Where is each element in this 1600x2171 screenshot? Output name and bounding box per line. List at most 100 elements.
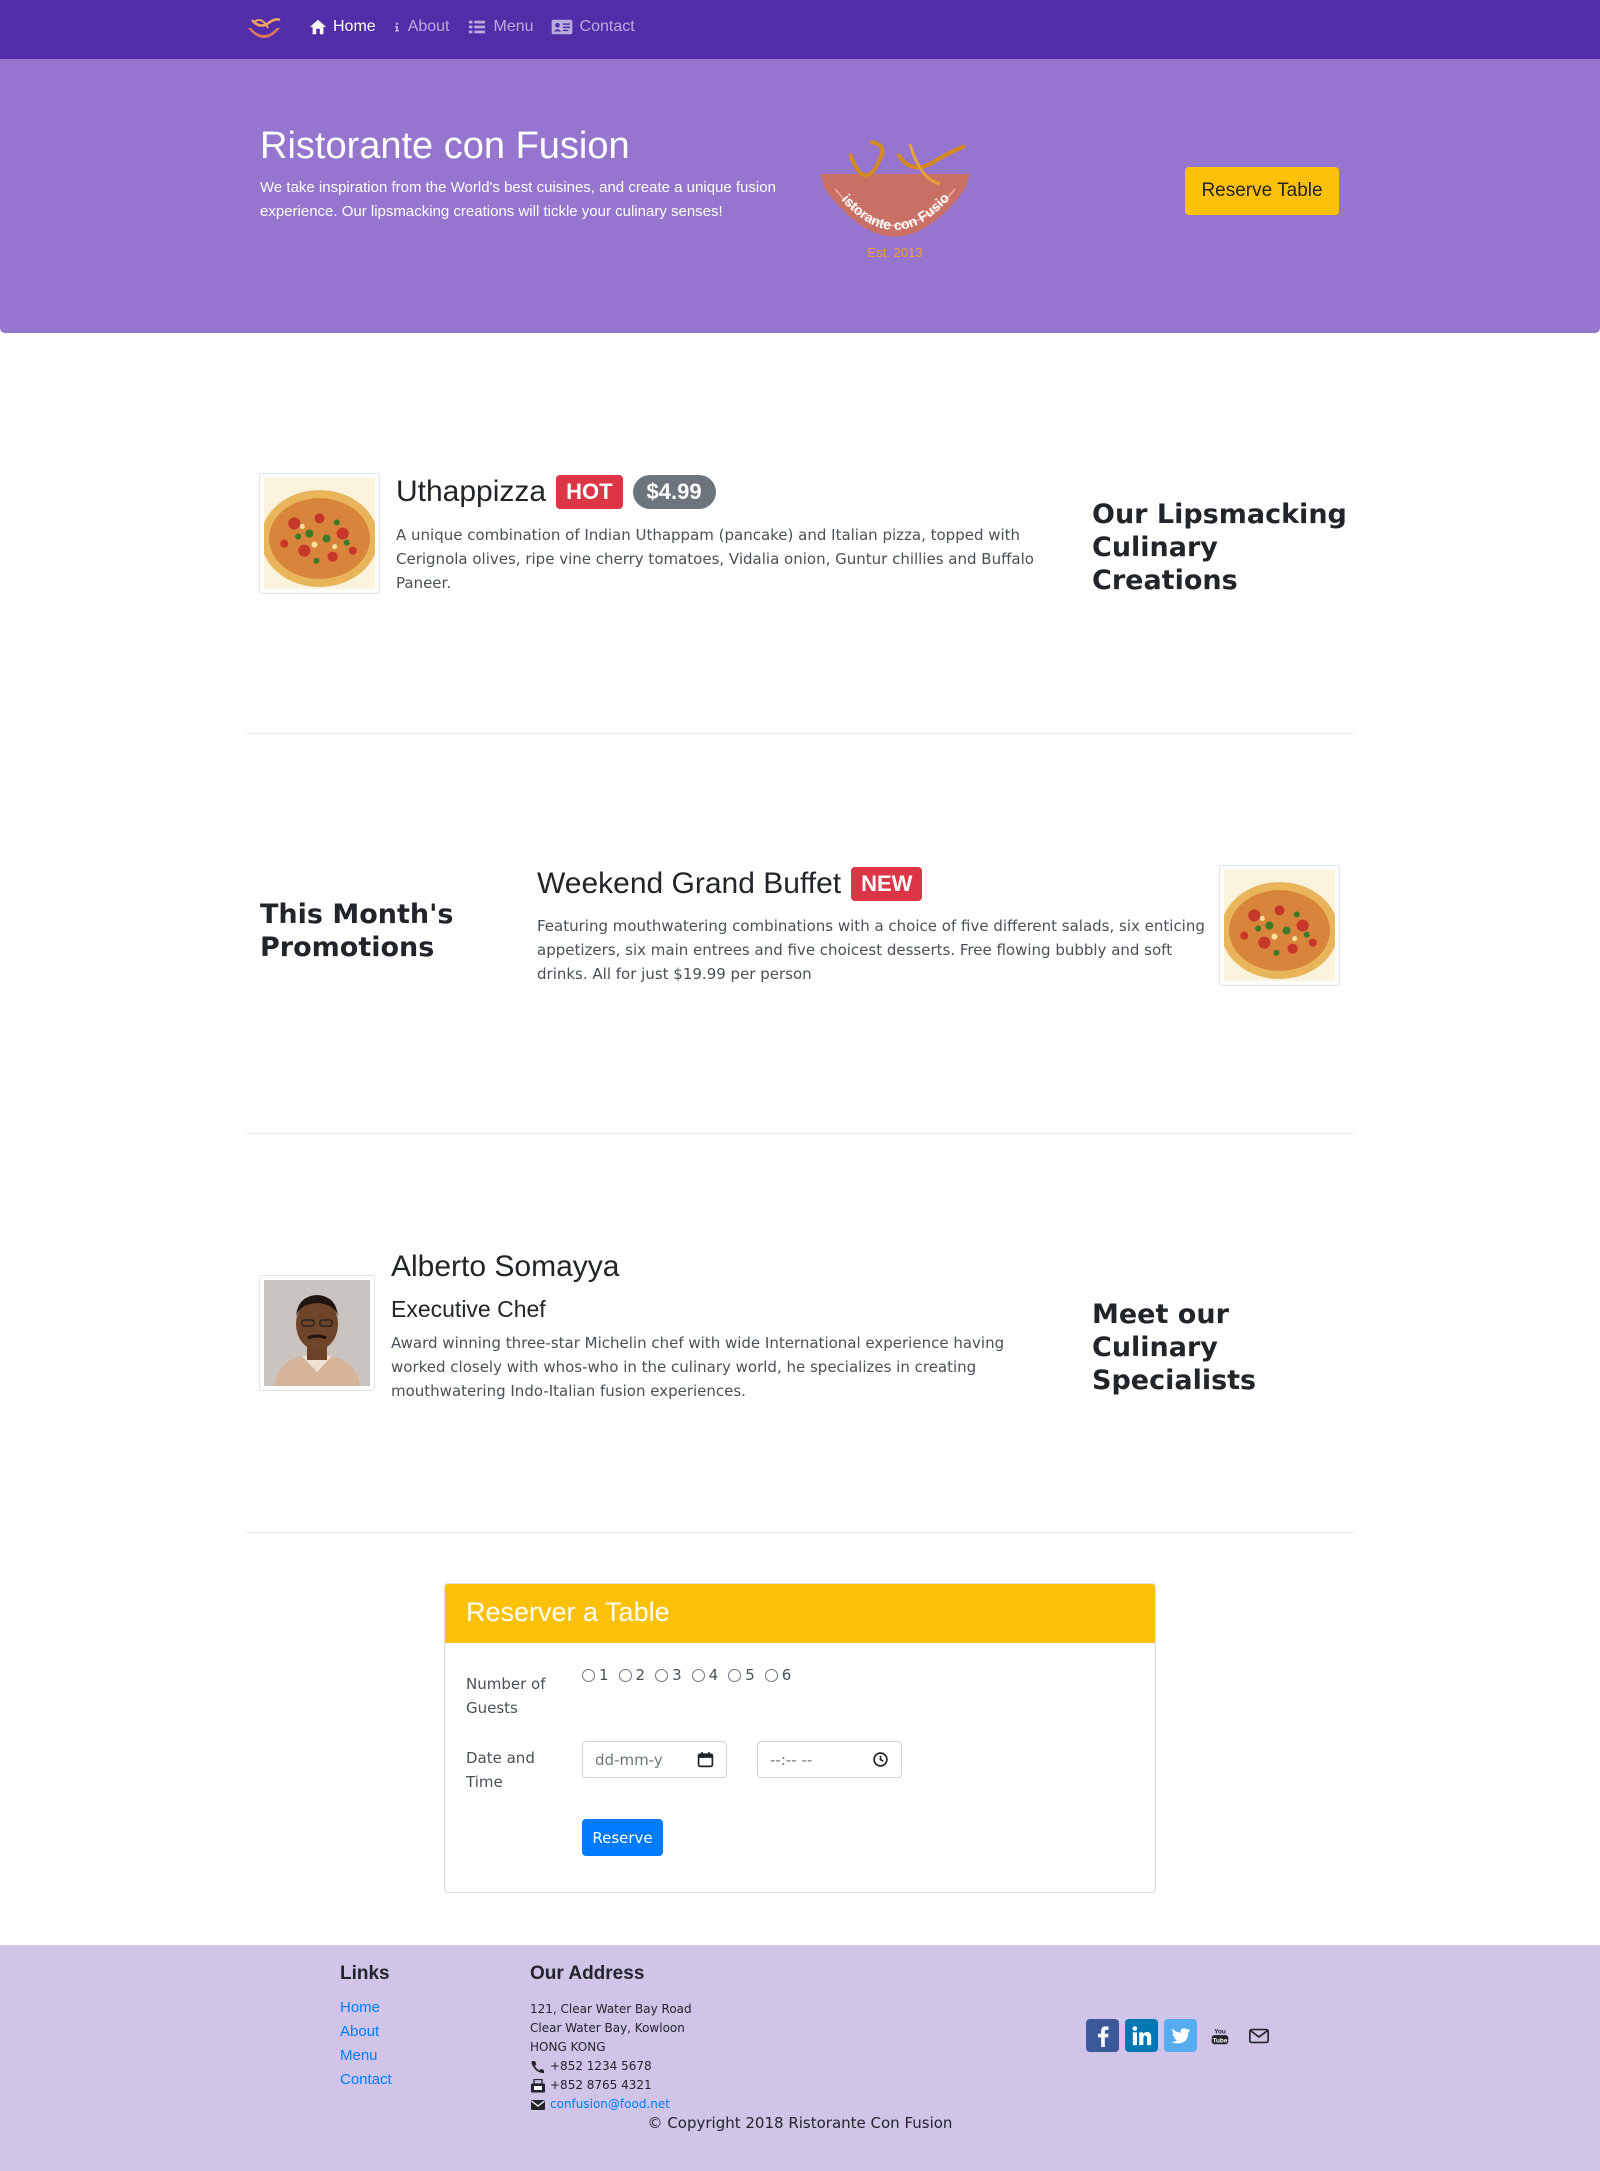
price-badge: $4.99 bbox=[632, 475, 716, 509]
address-card-icon bbox=[551, 19, 572, 35]
guest-option-label: 3 bbox=[672, 1666, 682, 1684]
leader-designation: Executive Chef bbox=[391, 1296, 546, 1322]
dish-title: Uthappizza bbox=[396, 475, 547, 508]
guest-option-5[interactable]: 5 bbox=[728, 1666, 755, 1684]
divider bbox=[245, 733, 1355, 734]
guest-option-label: 4 bbox=[708, 1666, 719, 1684]
guest-option-4[interactable]: 4 bbox=[691, 1666, 719, 1684]
time-input[interactable]: --:-- -- bbox=[757, 1741, 902, 1778]
radio-circle[interactable] bbox=[691, 1668, 705, 1682]
guests-radio-group: 1 2 3 4 5 6 bbox=[582, 1666, 791, 1684]
fax-row: +852 8765 4321 bbox=[530, 2076, 692, 2095]
brand-logo[interactable] bbox=[244, 14, 284, 46]
footer-link-menu[interactable]: Menu bbox=[340, 2047, 378, 2064]
reserve-table-button[interactable]: Reserve Table bbox=[1185, 167, 1339, 215]
datetime-label: Date and Time bbox=[466, 1749, 535, 1791]
linkedin-icon bbox=[1132, 2025, 1151, 2045]
copyright: © Copyright 2018 Ristorante Con Fusion bbox=[647, 2114, 953, 2132]
logo-est: Est. 2013 bbox=[868, 245, 923, 260]
new-badge: NEW bbox=[851, 867, 923, 901]
email-button[interactable] bbox=[1242, 2019, 1275, 2052]
phone-icon bbox=[531, 2060, 544, 2073]
navbar: Home About Menu Contact bbox=[0, 0, 1600, 59]
info-icon bbox=[394, 22, 399, 32]
nav-home[interactable]: Home bbox=[309, 18, 376, 36]
twitter-button[interactable] bbox=[1164, 2019, 1197, 2052]
radio-circle[interactable] bbox=[728, 1668, 742, 1682]
promotion-title: Weekend Grand Buffet bbox=[537, 867, 842, 900]
guest-option-label: 2 bbox=[635, 1666, 646, 1684]
email-link[interactable]: confusion@food.net bbox=[550, 2095, 670, 2114]
facebook-icon bbox=[1097, 2025, 1108, 2047]
guest-option-2[interactable]: 2 bbox=[618, 1666, 646, 1684]
chef-portrait bbox=[264, 1280, 370, 1386]
nav-contact-label: Contact bbox=[579, 18, 635, 35]
footer-link-contact[interactable]: Contact bbox=[340, 2071, 392, 2088]
footer-link-home[interactable]: Home bbox=[340, 1999, 380, 2016]
home-icon bbox=[309, 19, 327, 35]
pizza-image bbox=[264, 478, 375, 589]
hot-badge: HOT bbox=[556, 475, 623, 509]
fax-number: +852 8765 4321 bbox=[550, 2078, 652, 2092]
reservation-card: Reserver a Table Number of Guests 1 2 3 … bbox=[444, 1583, 1156, 1893]
twitter-icon bbox=[1170, 2027, 1190, 2044]
guest-option-6[interactable]: 6 bbox=[764, 1666, 792, 1684]
leader-side-heading: Meet our Culinary Specialists bbox=[1092, 1299, 1257, 1396]
envelope-icon bbox=[1248, 2028, 1269, 2043]
promotion-title-row: Weekend Grand Buffet NEW bbox=[537, 867, 923, 901]
nav-menu[interactable]: Menu bbox=[466, 18, 534, 36]
nav-about[interactable]: About bbox=[392, 18, 450, 36]
social-buttons: You Tube bbox=[1086, 2019, 1275, 2052]
radio-circle[interactable] bbox=[582, 1668, 595, 1682]
reserve-submit-button[interactable]: Reserve bbox=[582, 1819, 663, 1856]
restaurant-tagline: We take inspiration from the World's bes… bbox=[260, 179, 776, 220]
guest-option-label: 5 bbox=[745, 1666, 755, 1684]
jumbotron: Ristorante con Fusion We take inspiratio… bbox=[0, 59, 1600, 333]
phone-number: +852 1234 5678 bbox=[550, 2059, 652, 2073]
leader-description: Award winning three-star Michelin chef w… bbox=[391, 1334, 1005, 1400]
restaurant-logo: Ristorante con Fusion Est. 2013 bbox=[805, 121, 980, 264]
guest-option-1[interactable]: 1 bbox=[582, 1666, 609, 1684]
guest-option-label: 6 bbox=[781, 1666, 792, 1684]
reservation-title: Reserver a Table bbox=[466, 1597, 670, 1627]
dish-side-heading: Our Lipsmacking Culinary Creations bbox=[1092, 499, 1347, 596]
promotion-description: Featuring mouthwatering combinations wit… bbox=[537, 917, 1205, 983]
promotion-image bbox=[1219, 865, 1340, 986]
list-icon bbox=[468, 20, 485, 34]
phone-row: +852 1234 5678 bbox=[530, 2057, 692, 2076]
promotion-side-heading: This Month's Promotions bbox=[260, 899, 454, 963]
envelope-icon bbox=[531, 2099, 545, 2110]
guest-option-label: 1 bbox=[599, 1666, 609, 1684]
dish-title-row: Uthappizza HOT $4.99 bbox=[396, 475, 716, 509]
radio-circle[interactable] bbox=[655, 1668, 669, 1682]
leader-photo bbox=[259, 1275, 375, 1391]
restaurant-title: Ristorante con Fusion bbox=[260, 125, 630, 167]
time-placeholder: --:-- -- bbox=[770, 1750, 813, 1769]
date-placeholder: dd-mm-y bbox=[595, 1750, 663, 1769]
divider bbox=[245, 1133, 1355, 1134]
nav-menu-label: Menu bbox=[493, 18, 534, 35]
footer bbox=[0, 1945, 1600, 2171]
footer-address: 121, Clear Water Bay Road Clear Water Ba… bbox=[530, 2000, 692, 2114]
footer-links-heading: Links bbox=[340, 1963, 390, 1984]
address-line-3: HONG KONG bbox=[530, 2040, 606, 2054]
footer-address-heading: Our Address bbox=[530, 1963, 645, 1984]
date-input[interactable]: dd-mm-y bbox=[582, 1741, 727, 1778]
nav-contact[interactable]: Contact bbox=[550, 18, 635, 36]
clock-icon[interactable] bbox=[872, 1751, 889, 1768]
youtube-button[interactable]: You Tube bbox=[1203, 2019, 1236, 2052]
calendar-icon[interactable] bbox=[697, 1751, 714, 1768]
facebook-button[interactable] bbox=[1086, 2019, 1119, 2052]
dish-description: A unique combination of Indian Uthappam … bbox=[396, 526, 1034, 592]
radio-circle[interactable] bbox=[764, 1668, 778, 1682]
svg-text:You: You bbox=[1214, 2028, 1226, 2035]
guest-option-3[interactable]: 3 bbox=[655, 1666, 682, 1684]
leader-name-row: Alberto Somayya bbox=[391, 1250, 619, 1284]
linkedin-button[interactable] bbox=[1125, 2019, 1158, 2052]
footer-link-about[interactable]: About bbox=[340, 2023, 379, 2040]
leader-name: Alberto Somayya bbox=[391, 1250, 620, 1283]
radio-circle[interactable] bbox=[618, 1668, 632, 1682]
buffet-image bbox=[1224, 870, 1335, 981]
svg-text:Tube: Tube bbox=[1212, 2037, 1227, 2044]
logo-icon bbox=[248, 18, 281, 38]
